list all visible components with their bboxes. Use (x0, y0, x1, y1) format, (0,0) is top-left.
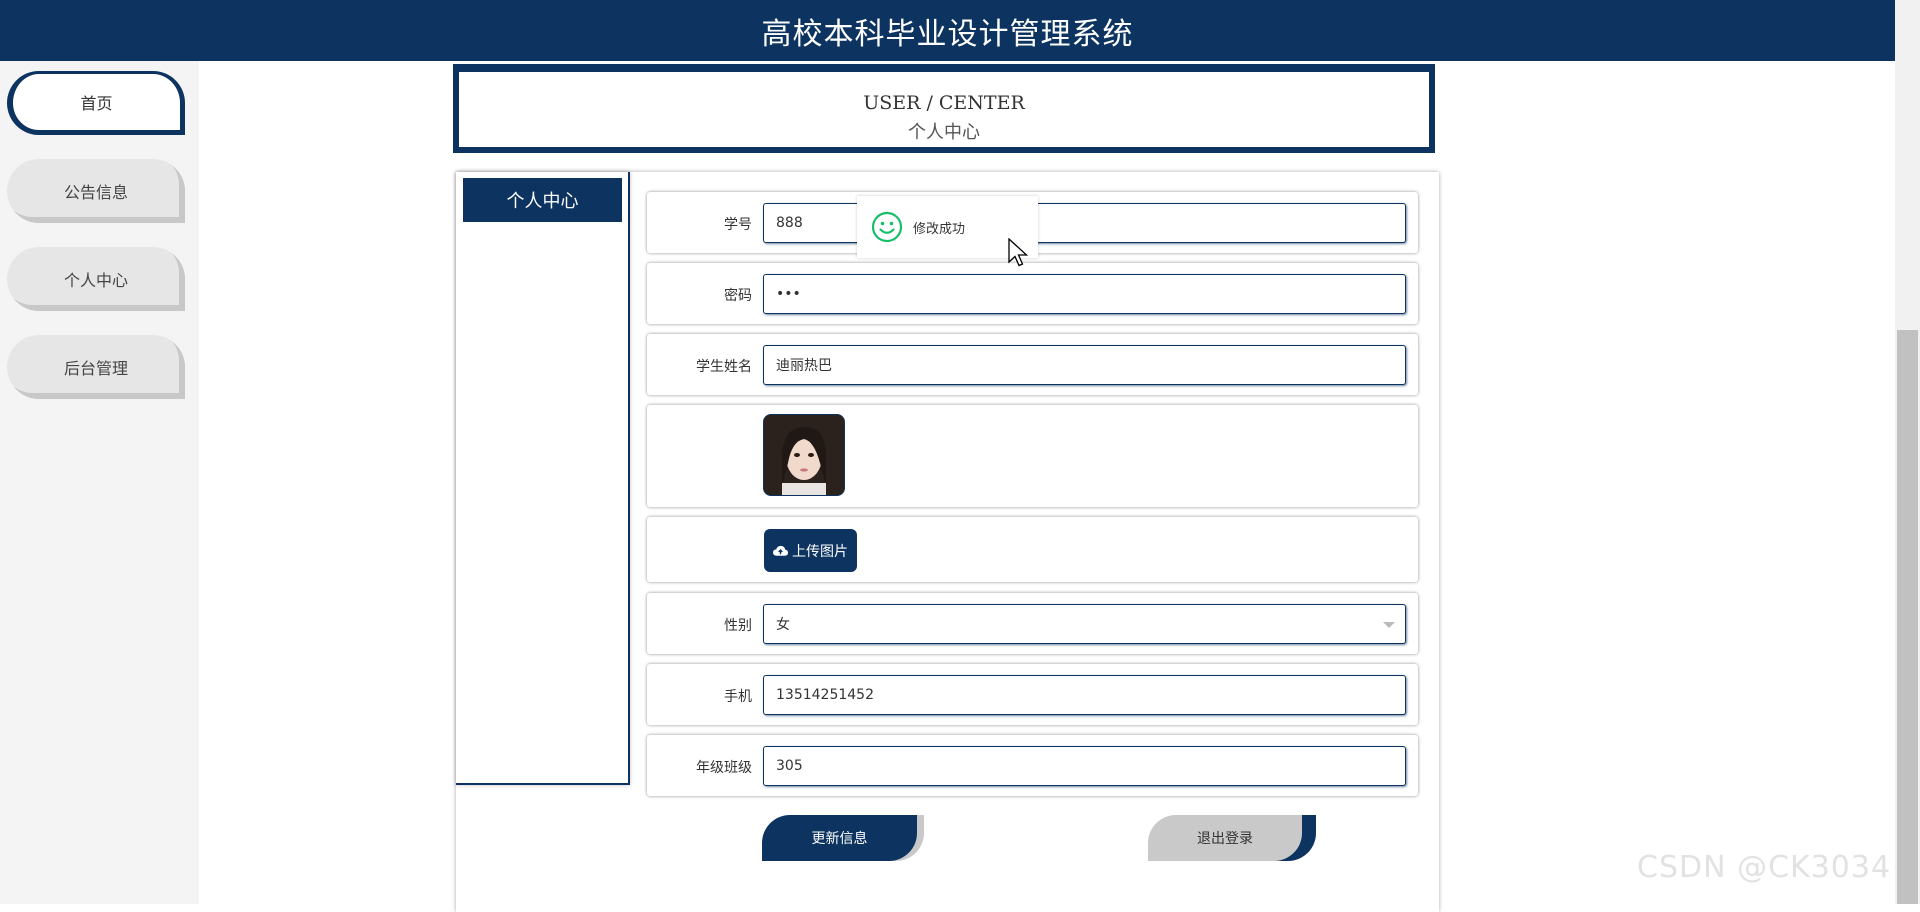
student-name-label: 学生姓名 (696, 359, 752, 375)
banner-title-cn: 个人中心 (908, 122, 980, 143)
upload-button-label: 上传图片 (792, 543, 848, 560)
update-info-button[interactable]: 更新信息 (762, 815, 917, 861)
student-id-value: 888 (776, 215, 803, 231)
sidebar-item-label: 个人中心 (63, 271, 128, 290)
app-title: 高校本科毕业设计管理系统 (761, 16, 1134, 52)
app-header: 高校本科毕业设计管理系统 (0, 0, 1895, 61)
toast-message: 修改成功 (913, 221, 966, 237)
sidebar-item-personal-center[interactable]: 个人中心 (7, 247, 185, 311)
student-id-label: 学号 (724, 217, 752, 233)
form-row-gender: 性别 女 (647, 593, 1418, 654)
sidebar-item-label: 公告信息 (63, 183, 128, 202)
student-name-input[interactable]: 迪丽热巴 (763, 345, 1406, 385)
avatar-image[interactable] (763, 414, 845, 496)
phone-value: 13514251452 (776, 687, 874, 703)
class-label: 年级班级 (696, 760, 752, 776)
phone-input[interactable]: 13514251452 (763, 675, 1406, 715)
logout-button[interactable]: 退出登录 (1148, 815, 1302, 861)
form-row-phone: 手机 13514251452 (647, 664, 1418, 725)
student-name-value: 迪丽热巴 (776, 358, 832, 374)
password-input[interactable]: ••• (763, 274, 1406, 314)
watermark: CSDN @CK3034 (1637, 850, 1892, 885)
class-input[interactable]: 305 (763, 746, 1406, 786)
scrollbar-thumb[interactable] (1897, 330, 1918, 904)
gender-select[interactable]: 女 (763, 604, 1406, 644)
sidebar-item-announcements[interactable]: 公告信息 (7, 159, 185, 223)
sub-sidebar-label: 个人中心 (506, 191, 579, 212)
logout-button-label: 退出登录 (1197, 831, 1253, 847)
smile-icon (871, 211, 903, 243)
update-button-label: 更新信息 (811, 831, 868, 847)
gender-label: 性别 (724, 618, 752, 634)
form-row-avatar (647, 405, 1418, 507)
form-row-password: 密码 ••• (647, 263, 1418, 324)
sidebar-item-home[interactable]: 首页 (7, 71, 185, 135)
avatar-portrait (764, 415, 844, 495)
sidebar-item-admin[interactable]: 后台管理 (7, 335, 185, 399)
sub-sidebar-item-personal-center[interactable]: 个人中心 (463, 178, 622, 222)
cloud-upload-icon (773, 545, 788, 556)
phone-label: 手机 (724, 689, 752, 705)
mouse-cursor-icon (1008, 238, 1029, 267)
sidebar-item-label: 后台管理 (63, 359, 128, 378)
form-row-upload: 上传图片 (647, 517, 1418, 582)
upload-image-button[interactable]: 上传图片 (764, 529, 857, 572)
sidebar: 首页 公告信息 个人中心 后台管理 (0, 61, 199, 904)
form-row-class: 年级班级 305 (647, 735, 1418, 796)
gender-value: 女 (776, 617, 790, 633)
form-row-student-name: 学生姓名 迪丽热巴 (647, 334, 1418, 395)
password-label: 密码 (724, 288, 752, 304)
sidebar-item-label: 首页 (80, 94, 113, 113)
class-value: 305 (776, 758, 803, 774)
chevron-down-icon (1383, 622, 1395, 628)
banner-title-en: USER / CENTER (863, 92, 1025, 114)
page-banner: USER / CENTER 个人中心 (453, 64, 1435, 153)
password-value: ••• (776, 286, 801, 302)
sub-sidebar (456, 172, 630, 785)
